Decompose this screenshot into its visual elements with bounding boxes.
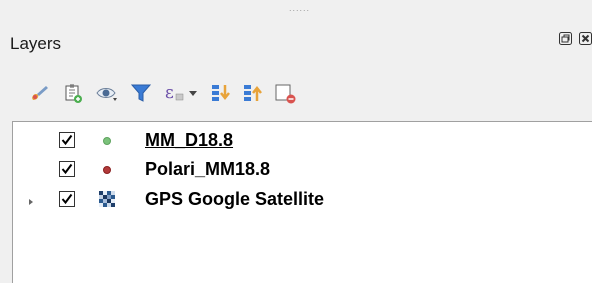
panel-drag-handle[interactable]: ...... <box>289 4 310 13</box>
panel-title-buttons <box>552 31 592 53</box>
layer-name: GPS Google Satellite <box>145 189 325 209</box>
collapse-all-icon[interactable] <box>240 80 266 106</box>
layers-toolbar: ε <box>0 78 592 110</box>
layer-visibility-checkbox[interactable] <box>59 191 75 207</box>
layer-row-mm-d18-8[interactable]: MM_D18.8 <box>13 128 592 156</box>
layer-name: MM_D18.8 <box>145 130 234 150</box>
remove-layer-icon[interactable] <box>272 80 298 106</box>
layer-tree: MM_D18.8 Polari_MM18.8 GPS Google Satell… <box>12 121 592 283</box>
raster-layer-icon <box>99 191 115 207</box>
filter-by-expression-icon[interactable]: ε <box>162 80 188 106</box>
expand-arrow-icon[interactable] <box>27 195 35 207</box>
dropdown-arrow-icon[interactable] <box>186 80 200 106</box>
point-symbol-icon <box>103 166 111 174</box>
layer-visibility-checkbox[interactable] <box>59 161 75 177</box>
filter-legend-icon[interactable] <box>128 80 154 106</box>
svg-text:ε: ε <box>165 83 174 103</box>
layer-row-gps-google-satellite[interactable]: GPS Google Satellite <box>13 187 592 215</box>
style-manager-icon[interactable] <box>26 80 52 106</box>
manage-visibility-icon[interactable] <box>94 80 120 106</box>
panel-title: Layers <box>10 34 62 53</box>
close-panel-icon[interactable] <box>578 31 592 46</box>
layer-row-polari-mm18-8[interactable]: Polari_MM18.8 <box>13 157 592 185</box>
layer-visibility-checkbox[interactable] <box>59 132 75 148</box>
expand-all-icon[interactable] <box>208 80 234 106</box>
point-symbol-icon <box>103 137 111 145</box>
layer-name: Polari_MM18.8 <box>145 159 271 179</box>
add-group-icon[interactable] <box>60 80 86 106</box>
float-panel-icon[interactable] <box>558 31 573 46</box>
